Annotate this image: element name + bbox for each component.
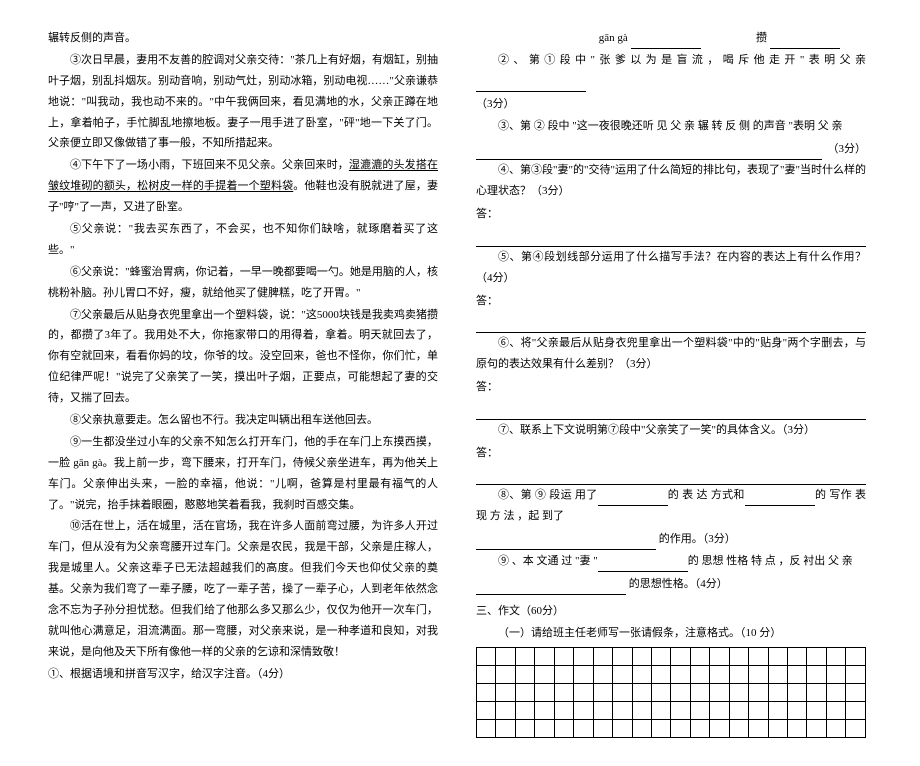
question-4: ④、第③段"妻"的"交待"运用了什么简短的排比句，表现了"妻"当时什么样的心理状… xyxy=(476,160,866,202)
blank-pinyin[interactable] xyxy=(631,36,701,49)
q1-pinyin-line: gān gà 攒 xyxy=(476,28,866,49)
q8-line2: 的作用。（3分） xyxy=(476,529,866,550)
blank-q5[interactable] xyxy=(476,313,866,333)
blank-q9a[interactable] xyxy=(598,559,688,572)
question-9: ⑨ 、本 文通 过 "妻 "的 思想 性格 特 点 ，反 衬出 父 亲 xyxy=(476,551,866,572)
paragraph-10: ⑩活在世上，活在城里，活在官场，我在许多人面前弯过腰，为许多人开过车门，但从没有… xyxy=(48,516,438,662)
q9-line2: 的思想性格。（4分） xyxy=(476,574,866,595)
question-6: ⑥、将"父亲最后从贴身衣兜里拿出一个塑料袋"中的"贴身"两个字删去，与原句的表达… xyxy=(476,333,866,375)
paragraph-7: ⑦父亲最后从贴身衣兜里拿出一个塑料袋，说："这5000块钱是我卖鸡卖猪攒的，都攒… xyxy=(48,305,438,409)
blank-q8b[interactable] xyxy=(745,493,815,506)
blank-q9b[interactable] xyxy=(476,582,626,595)
blank-zan[interactable] xyxy=(770,36,840,49)
question-3: ③、第 ② 段中 "这一夜很晚还听 见 父 亲 辗 转 反 侧 的声音 "表明 … xyxy=(476,116,866,137)
blank-q7[interactable] xyxy=(476,465,866,485)
question-5: ⑤、第④段划线部分运用了什么描写手法？在内容的表达上有什么作用？（4分） xyxy=(476,247,866,289)
paragraph-6: ⑥父亲说："蜂蜜治胃病，你记着，一早一晚都要喝一勺。她是用脑的人，核桃粉补脑。孙… xyxy=(48,262,438,304)
pinyin-text: gān gà xyxy=(599,32,628,44)
q3-score: （3分） xyxy=(828,139,867,160)
paragraph-4: ④下午下了一场小雨，下班回来不见父亲。父亲回来时，湿漉漉的头发搭在皱纹堆砌的额头… xyxy=(48,155,438,218)
blank-q2[interactable] xyxy=(476,78,586,91)
answer-6-label: 答： xyxy=(476,377,866,398)
blank-q8a[interactable] xyxy=(598,493,668,506)
section-3-heading: 三、作文（60分） xyxy=(476,601,866,622)
blank-q8c[interactable] xyxy=(476,537,656,550)
paragraph-continuation: 辗转反侧的声音。 xyxy=(48,28,438,49)
q2-score: （3分） xyxy=(476,94,866,115)
paragraph-9: ⑨一生都没坐过小车的父亲不知怎么打开车门，他的手在车门上东摸西摸，一脸 gān … xyxy=(48,432,438,516)
blank-q3[interactable] xyxy=(476,140,822,160)
answer-5-label: 答： xyxy=(476,291,866,312)
question-1: ①、根据语境和拼音写汉字，给汉字注音。（4分） xyxy=(48,664,438,685)
char-zan: 攒 xyxy=(756,32,767,44)
question-2: ②、第①段中"张爹以为是盲流，喝斥他走开"表明父亲 xyxy=(476,50,866,92)
paragraph-5: ⑤父亲说："我去买东西了，不会买，也不知你们缺啥，就琢磨着买了这些。" xyxy=(48,219,438,261)
blank-q4[interactable] xyxy=(476,227,866,247)
blank-q6[interactable] xyxy=(476,400,866,420)
answer-7-label: 答： xyxy=(476,443,866,464)
paragraph-3: ③次日早晨，妻用不友善的腔调对父亲交待："茶几上有好烟，有烟缸，别抽叶子烟，别乱… xyxy=(48,50,438,154)
answer-4-label: 答： xyxy=(476,204,866,225)
right-column: gān gà 攒 ②、第①段中"张爹以为是盲流，喝斥他走开"表明父亲 （3分） … xyxy=(476,28,866,738)
writing-grid[interactable] xyxy=(476,647,866,738)
question-7: ⑦、联系上下文说明第⑦段中"父亲笑了一笑"的具体含义。（3分） xyxy=(476,420,866,441)
essay-sub1: （一）请给班主任老师写一张请假条，注意格式。（10 分） xyxy=(498,623,866,644)
p4-text-a: ④下午下了一场小雨，下班回来不见父亲。父亲回来时， xyxy=(70,159,349,171)
left-column: 辗转反侧的声音。 ③次日早晨，妻用不友善的腔调对父亲交待："茶几上有好烟，有烟缸… xyxy=(48,28,438,738)
question-8: ⑧、第 ⑨ 段运 用了的 表 达 方式和的 写作 表现 方 法 ，起 到了 xyxy=(476,485,866,527)
paragraph-8: ⑧父亲执意要走。怎么留也不行。我决定叫辆出租车送他回去。 xyxy=(48,410,438,431)
